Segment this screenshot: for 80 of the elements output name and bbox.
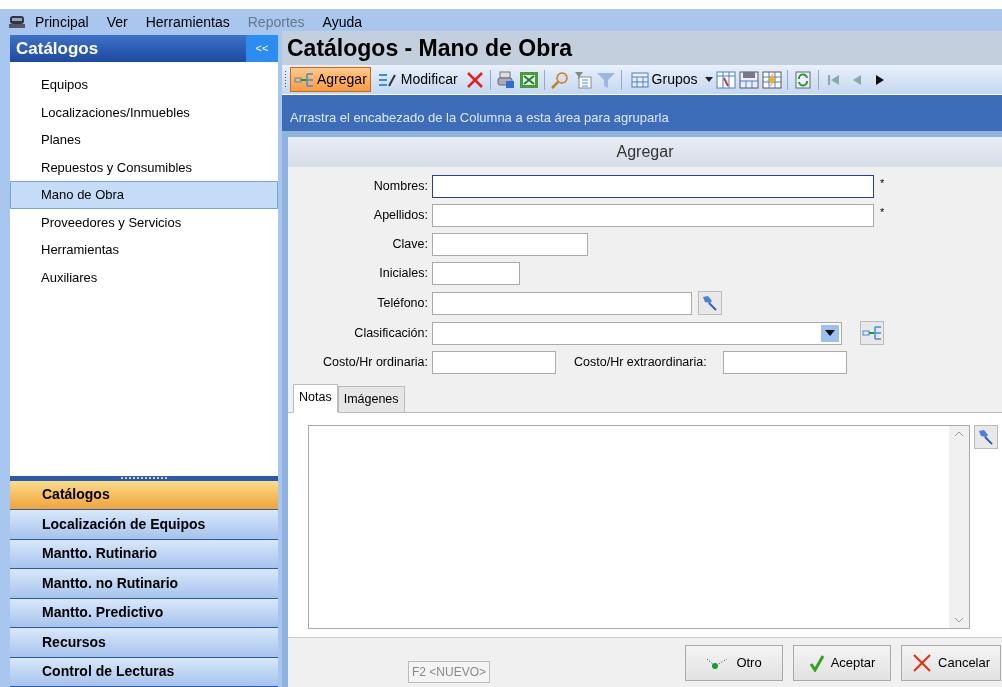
- nav-section-button[interactable]: Control de Lecturas: [10, 657, 278, 687]
- input-field[interactable]: [432, 233, 588, 256]
- sidebar-item[interactable]: Planes: [10, 126, 278, 154]
- nav-section-button[interactable]: Mantto. no Rutinario: [10, 569, 278, 599]
- required-mark: *: [880, 176, 885, 191]
- menu-item[interactable]: Herramientas: [136, 11, 239, 33]
- dropdown-field[interactable]: [432, 321, 842, 345]
- edit-icon: [377, 71, 398, 88]
- dropdown-button[interactable]: [821, 324, 839, 342]
- notes-field[interactable]: [308, 424, 970, 629]
- accept-button[interactable]: Aceptar: [793, 644, 892, 681]
- nav-section-button[interactable]: Mantto. Rutinario: [10, 539, 278, 569]
- input-field[interactable]: [432, 351, 556, 374]
- page-title: Catálogos - Mano de Obra: [282, 31, 1002, 65]
- splitter-handle[interactable]: [10, 475, 278, 481]
- nav-section-button[interactable]: Mantto. Predictivo: [10, 598, 278, 628]
- sidebar-item[interactable]: Equipos: [10, 71, 278, 99]
- tab[interactable]: Imágenes: [337, 386, 405, 413]
- input-field[interactable]: [722, 351, 847, 374]
- field-label: Apellidos:: [372, 207, 428, 225]
- filter-list-icon[interactable]: [572, 70, 593, 89]
- sidebar-item[interactable]: Mano de Obra: [10, 181, 278, 209]
- dropdown-icon: [825, 330, 835, 336]
- delete-icon[interactable]: [464, 70, 485, 89]
- toolbar-button[interactable]: Agregar: [290, 67, 371, 92]
- save-layout-icon[interactable]: [738, 70, 759, 89]
- scroll-down-icon[interactable]: [954, 617, 964, 624]
- excel-icon[interactable]: [518, 70, 539, 89]
- toolbar-button[interactable]: Grupos: [626, 67, 702, 92]
- group-hint: Arrastra el encabezado de la Columna a esta área para agruparla: [290, 108, 669, 127]
- close-icon: [912, 652, 933, 673]
- other-button[interactable]: Otro: [685, 644, 784, 681]
- sidebar-item[interactable]: Auxiliares: [10, 263, 278, 291]
- sidebar-item[interactable]: Repuestos y Consumibles: [10, 153, 278, 181]
- menu-item[interactable]: Principal: [26, 11, 98, 33]
- input-field[interactable]: [432, 175, 874, 198]
- input-field[interactable]: [432, 291, 692, 315]
- pin-icon: [701, 294, 719, 312]
- scroll-up-icon[interactable]: [954, 429, 964, 437]
- columns-icon[interactable]: [715, 70, 736, 89]
- sidebar-item[interactable]: Proveedores y Servicios: [10, 208, 278, 236]
- grid-flash-icon[interactable]: [761, 70, 782, 89]
- status-label: F2 <NUEVO>: [408, 660, 491, 683]
- sidebar-item[interactable]: Herramientas: [10, 236, 278, 264]
- field-label: Clave:: [391, 236, 428, 254]
- add-button[interactable]: [860, 321, 884, 345]
- menu-item[interactable]: Ver: [97, 11, 137, 33]
- scrollbar[interactable]: [949, 425, 969, 628]
- field-label: Teléfono:: [376, 294, 428, 312]
- pin-button[interactable]: [974, 424, 998, 449]
- form-title: Agregar: [288, 137, 1002, 167]
- nav-section-button[interactable]: Recursos: [10, 628, 278, 658]
- refresh-icon[interactable]: [792, 70, 813, 89]
- field-label: Costo/Hr extraordinaria:: [574, 354, 707, 372]
- panel-title: Catálogos: [16, 37, 99, 60]
- field-label: Costo/Hr ordinaria:: [322, 354, 428, 372]
- field-label: Nombres:: [372, 178, 428, 196]
- grid-icon: [630, 71, 649, 88]
- sidebar-item[interactable]: Localizaciones/Inmuebles: [10, 98, 278, 126]
- input-field[interactable]: [432, 262, 520, 285]
- dropdown-icon[interactable]: [704, 77, 713, 82]
- field-label: Clasificación:: [353, 324, 428, 342]
- nav-section-button[interactable]: Localización de Equipos: [10, 510, 278, 540]
- print-icon[interactable]: [495, 70, 516, 89]
- menu-item[interactable]: Ayuda: [313, 11, 371, 33]
- search-icon[interactable]: [549, 70, 570, 89]
- filter-icon[interactable]: [595, 70, 616, 89]
- cancel-button[interactable]: Cancelar: [901, 644, 1002, 681]
- field-label: Iniciales:: [378, 265, 428, 283]
- required-mark: *: [880, 205, 885, 220]
- add-icon: [294, 71, 314, 88]
- nav-section-button[interactable]: Catálogos: [10, 480, 278, 510]
- tab[interactable]: Notas: [293, 384, 338, 413]
- pin-button[interactable]: [698, 291, 722, 315]
- app-icon[interactable]: [8, 15, 26, 29]
- input-field[interactable]: [432, 204, 874, 227]
- check-icon: [808, 653, 825, 672]
- toolbar-button[interactable]: Modificar: [373, 67, 462, 92]
- pin-icon: [977, 427, 995, 446]
- add-row-icon: [862, 325, 882, 341]
